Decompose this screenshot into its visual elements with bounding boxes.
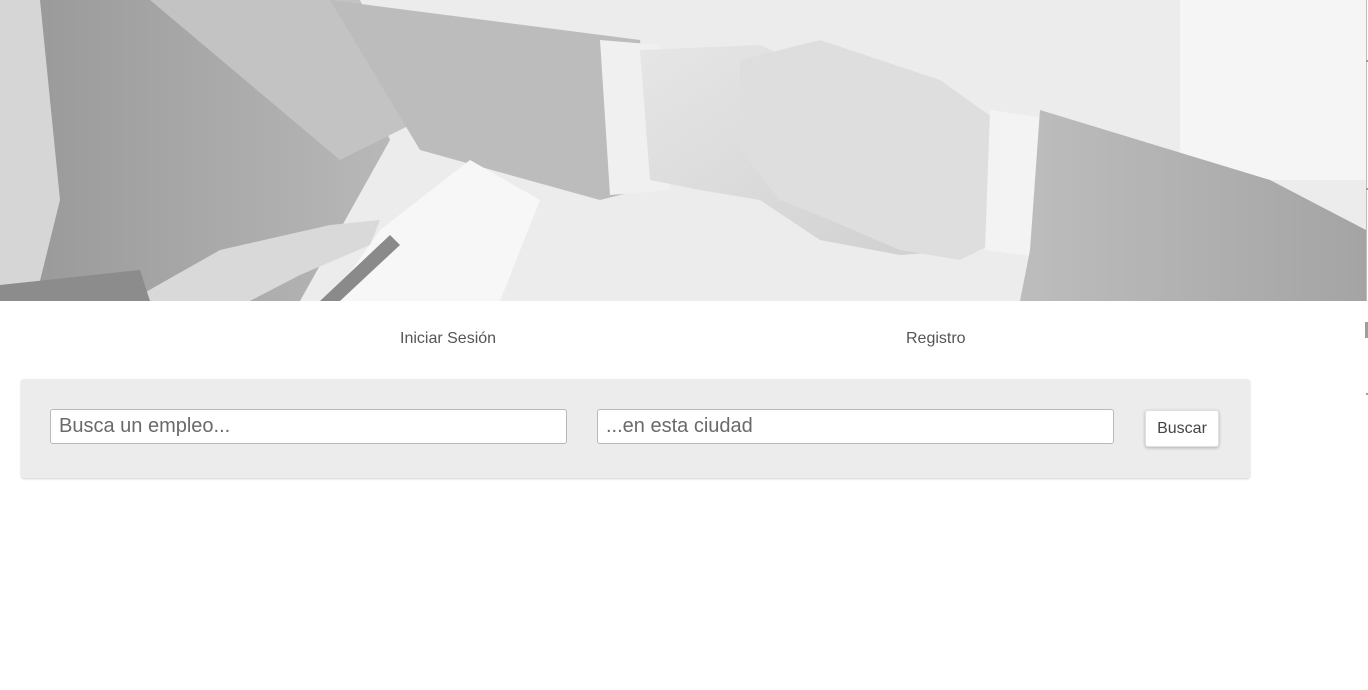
search-panel: Buscar: [21, 379, 1250, 478]
job-search-input[interactable]: [50, 409, 567, 444]
city-search-input[interactable]: [597, 409, 1114, 444]
search-button[interactable]: Buscar: [1145, 410, 1219, 447]
login-link[interactable]: Iniciar Sesión: [400, 329, 496, 349]
register-link[interactable]: Registro: [906, 329, 966, 349]
handshake-image: [0, 0, 1366, 301]
hero-banner: [0, 0, 1367, 301]
